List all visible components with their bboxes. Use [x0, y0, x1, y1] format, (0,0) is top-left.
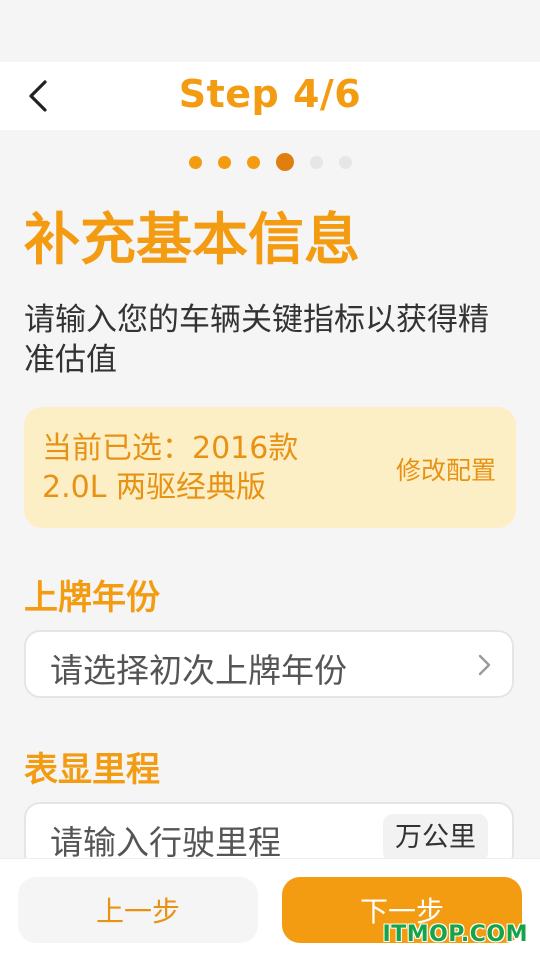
page-title: 补充基本信息: [24, 208, 360, 273]
step-dot-6: [338, 155, 352, 169]
step-dot-1: [188, 155, 202, 169]
selection-line-1: 当前已选：2016款: [42, 431, 299, 466]
page-subtitle: 请输入您的车辆关键指标以获得精准估值: [24, 302, 489, 379]
registration-year-label: 上牌年份: [24, 578, 160, 618]
chevron-right-icon: [478, 654, 491, 676]
step-progress-dots: [0, 150, 540, 174]
registration-year-placeholder: 请选择初次上牌年份: [50, 651, 347, 690]
status-bar: [0, 0, 540, 62]
current-selection-card: 当前已选：2016款 2.0L 两驱经典版 修改配置: [24, 407, 516, 528]
app-bar: Step 4/6: [0, 62, 540, 130]
mileage-placeholder: 请输入行驶里程: [50, 823, 281, 862]
step-title: Step 4/6: [178, 72, 362, 116]
step-dot-2: [217, 155, 231, 169]
step-dot-5: [309, 155, 323, 169]
mileage-unit-badge: 万公里: [383, 814, 488, 862]
registration-year-select[interactable]: 请选择初次上牌年份: [24, 630, 514, 698]
selection-line-2: 2.0L 两驱经典版: [42, 470, 266, 505]
modify-config-link[interactable]: 修改配置: [396, 451, 496, 487]
step-dot-3: [246, 155, 260, 169]
step-dot-4-current: [275, 153, 294, 171]
mileage-label: 表显里程: [24, 750, 160, 790]
current-selection-text: 当前已选：2016款 2.0L 两驱经典版: [42, 429, 382, 507]
previous-step-button[interactable]: 上一步: [18, 877, 258, 943]
site-watermark: ITMOP.COM: [382, 922, 528, 947]
